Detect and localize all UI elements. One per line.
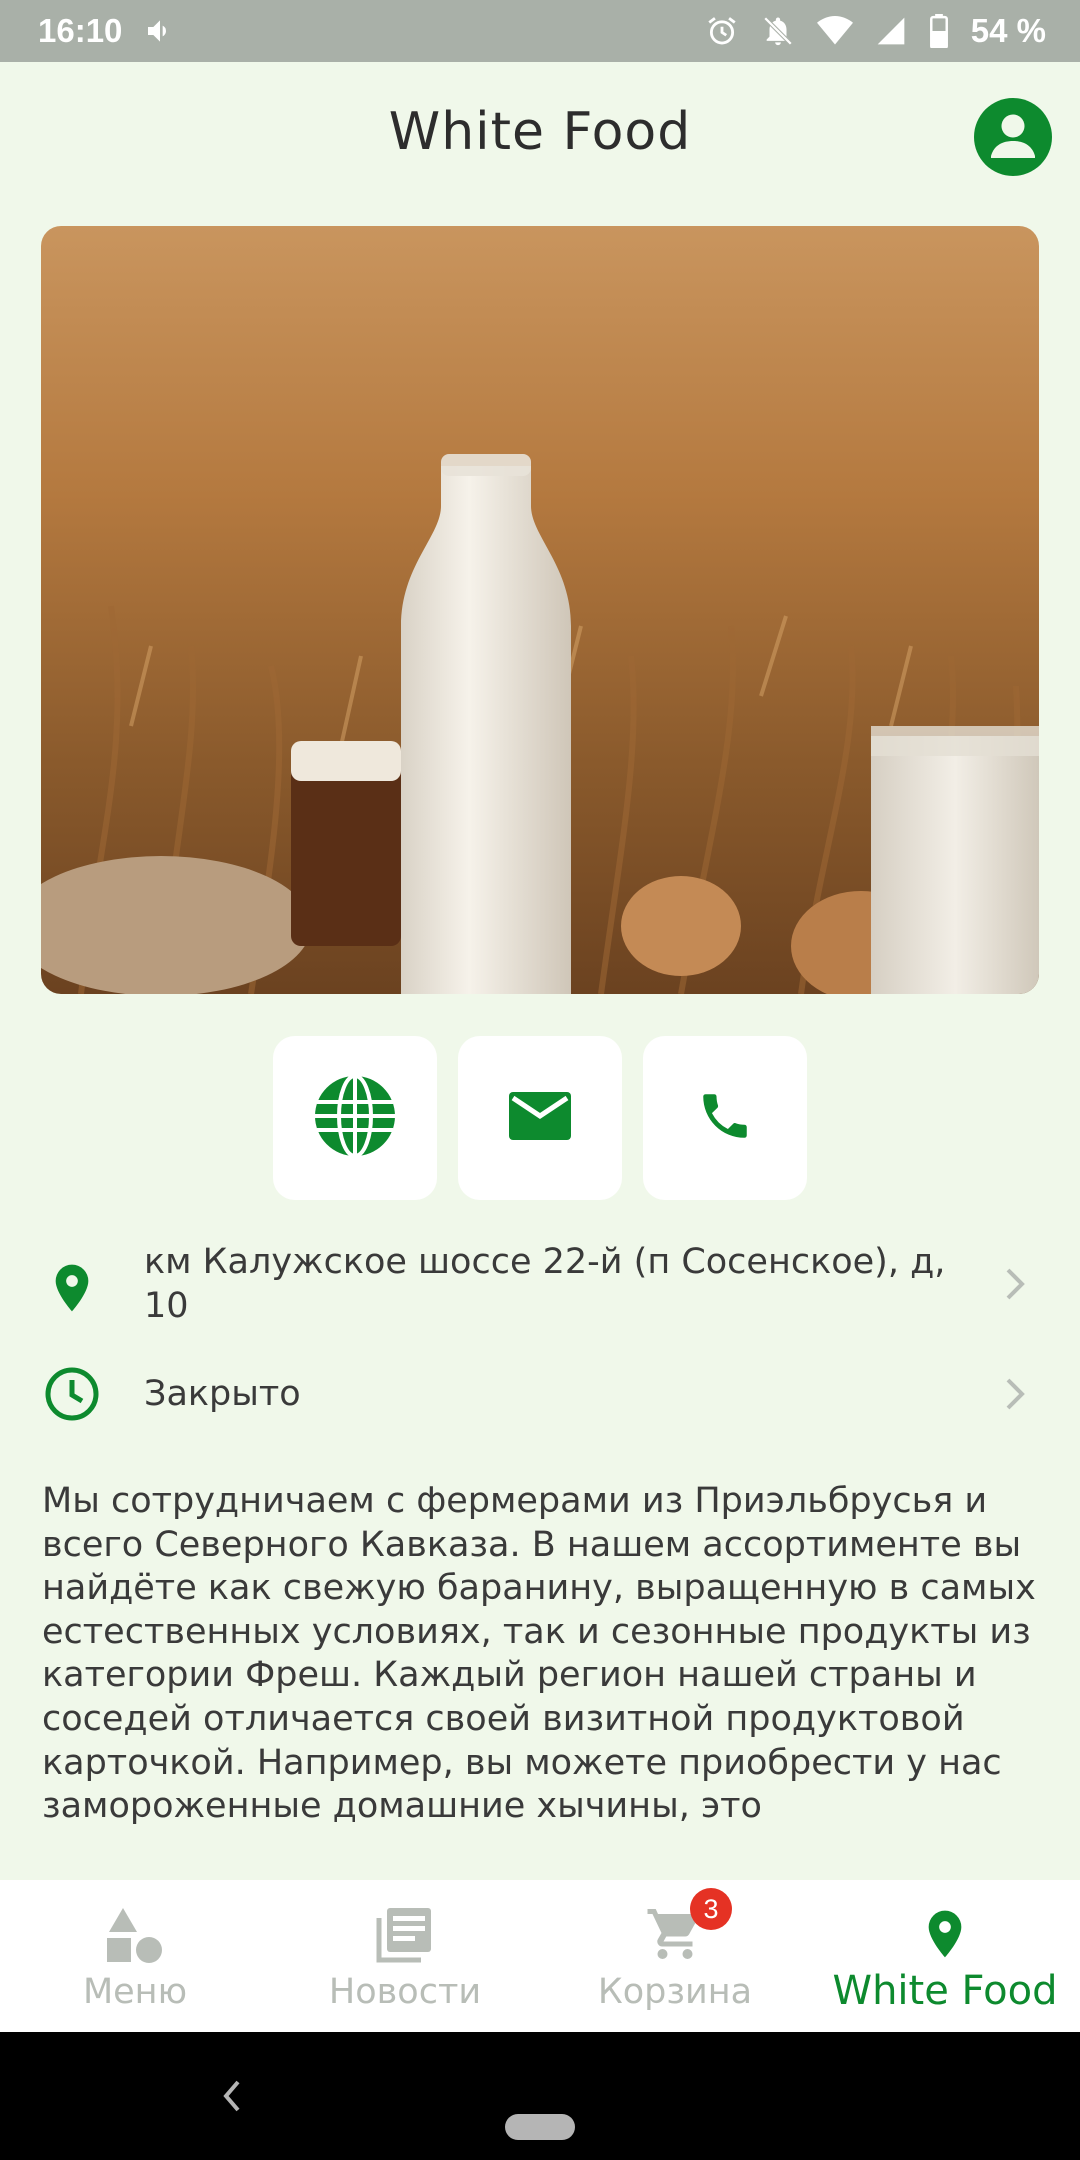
- account-circle-icon[interactable]: [974, 98, 1052, 176]
- address-row[interactable]: км Калужское шоссе 22-й (п Сосенское), д…: [0, 1236, 1080, 1332]
- location-pin-icon: [810, 1904, 1080, 1968]
- volume-icon: [144, 15, 176, 47]
- nav-label-menu: Меню: [82, 1972, 188, 2012]
- address-text: км Калужское шоссе 22-й (п Сосенское), д…: [144, 1242, 946, 1326]
- battery-icon: [929, 14, 949, 48]
- globe-icon: [313, 1074, 397, 1162]
- phone-button[interactable]: [643, 1036, 807, 1200]
- website-button[interactable]: [273, 1036, 437, 1200]
- cart-icon: [540, 1904, 810, 1968]
- nav-item-white-food[interactable]: White Food: [810, 1880, 1080, 2032]
- status-bar: 16:10 54 %: [0, 0, 1080, 62]
- nav-item-news[interactable]: Новости: [270, 1880, 540, 2032]
- nav-item-menu[interactable]: Меню: [0, 1880, 270, 2032]
- description-text: Мы сотрудничаем с фермерами из Приэльбру…: [42, 1481, 1036, 1827]
- alarm-icon: [705, 14, 739, 48]
- home-button[interactable]: [505, 2114, 575, 2140]
- back-icon[interactable]: [218, 2076, 244, 2120]
- page-title: White Food: [388, 102, 692, 162]
- nav-label-news: Новости: [328, 1972, 482, 2012]
- nav-item-cart[interactable]: Корзина: [540, 1880, 810, 2032]
- contact-buttons: [0, 1036, 1080, 1200]
- chevron-right-icon: [1000, 1376, 1030, 1416]
- hours-row[interactable]: Закрыто: [0, 1362, 1080, 1426]
- nav-label-cart: Корзина: [597, 1972, 753, 2012]
- nav-label-white-food: White Food: [832, 1968, 1058, 2014]
- status-time: 16:10: [38, 12, 123, 49]
- wifi-icon: [816, 15, 853, 47]
- cart-count-badge: 3: [690, 1888, 732, 1930]
- chevron-right-icon: [1000, 1266, 1030, 1306]
- app-header: White Food: [0, 62, 1080, 212]
- battery-level: 54 %: [970, 12, 1046, 49]
- mute-icon: [761, 14, 795, 48]
- system-navigation-bar: [0, 2032, 1080, 2160]
- bottom-navigation: Меню Новости Корзина White Food: [0, 1880, 1080, 2032]
- email-button[interactable]: [458, 1036, 622, 1200]
- location-pin-icon: [44, 1260, 100, 1320]
- shapes-icon: [0, 1904, 270, 1968]
- clock-icon: [44, 1366, 100, 1426]
- hours-text: Закрыто: [144, 1374, 301, 1414]
- news-icon: [270, 1904, 540, 1968]
- signal-icon: [875, 15, 907, 47]
- mail-icon: [509, 1092, 571, 1144]
- hero-image: [41, 226, 1039, 994]
- phone-icon: [696, 1087, 754, 1149]
